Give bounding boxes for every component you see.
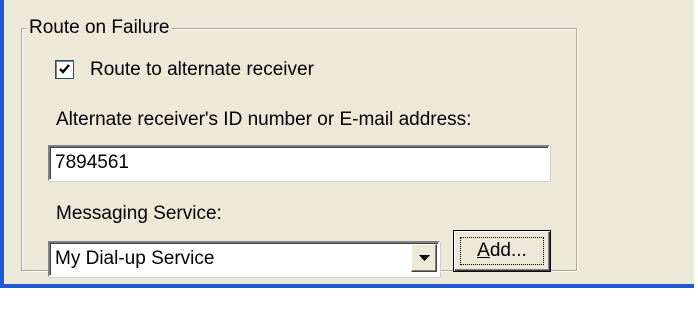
route-alternate-checkbox[interactable] bbox=[55, 60, 74, 79]
alternate-receiver-input[interactable]: 7894561 bbox=[48, 145, 550, 181]
outside-area-right bbox=[694, 0, 698, 288]
route-alternate-checkbox-label[interactable]: Route to alternate receiver bbox=[90, 58, 314, 82]
add-button-label: Add... bbox=[477, 240, 527, 261]
window-border-left bbox=[0, 0, 4, 288]
groupbox-title: Route on Failure bbox=[26, 17, 173, 39]
messaging-service-value: My Dial-up Service bbox=[55, 248, 215, 269]
messaging-service-label: Messaging Service: bbox=[56, 203, 222, 224]
checkmark-icon bbox=[59, 64, 70, 74]
add-button[interactable]: Add... bbox=[453, 230, 551, 272]
alternate-receiver-value: 7894561 bbox=[55, 152, 129, 173]
messaging-service-select[interactable]: My Dial-up Service bbox=[48, 241, 440, 277]
chevron-down-icon bbox=[419, 255, 430, 261]
dropdown-button[interactable] bbox=[411, 244, 437, 272]
outside-area-bottom bbox=[0, 288, 698, 320]
alternate-receiver-label: Alternate receiver's ID number or E-mail… bbox=[56, 109, 472, 130]
